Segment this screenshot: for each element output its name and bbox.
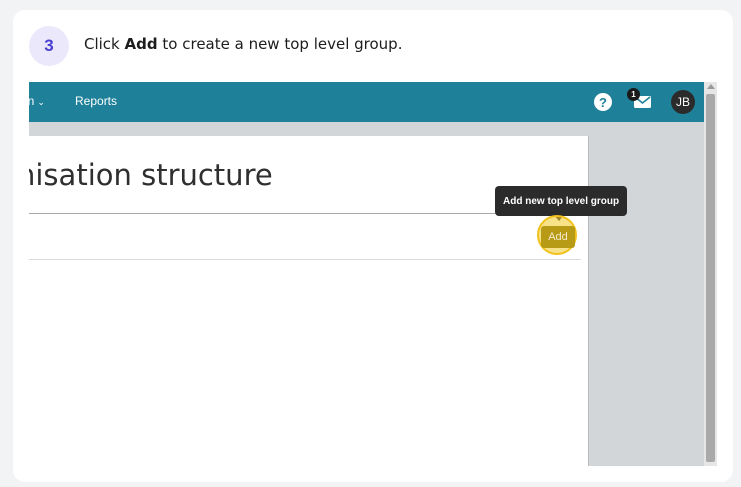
add-button[interactable]: Add — [541, 226, 575, 248]
user-avatar[interactable]: JB — [671, 90, 695, 114]
notification-count-badge: 1 — [627, 88, 640, 101]
toolbar-divider — [29, 259, 581, 260]
instruction-prefix: Click — [84, 35, 120, 53]
scroll-up-arrow-icon[interactable] — [707, 84, 715, 89]
nav-item-organisation[interactable]: on⌄ — [29, 94, 45, 108]
instruction-suffix: to create a new top level group. — [162, 35, 403, 53]
app-screenshot: on⌄ Reports ? 1 JB nisation structure Ad… — [29, 82, 717, 466]
chevron-down-icon: ⌄ — [37, 97, 45, 107]
page-title: nisation structure — [29, 158, 273, 192]
nav-organisation-label: on — [29, 94, 35, 108]
instruction-keyword: Add — [124, 35, 158, 53]
step-instruction: Click Add to create a new top level grou… — [84, 35, 402, 53]
step-number-badge: 3 — [29, 26, 69, 66]
scrollbar-thumb[interactable] — [706, 94, 715, 462]
nav-item-reports[interactable]: Reports — [75, 94, 117, 108]
add-tooltip: Add new top level group — [495, 186, 628, 216]
help-icon[interactable]: ? — [594, 93, 612, 111]
top-nav-bar: on⌄ Reports ? 1 JB — [29, 82, 704, 122]
vertical-scrollbar[interactable] — [704, 82, 717, 466]
